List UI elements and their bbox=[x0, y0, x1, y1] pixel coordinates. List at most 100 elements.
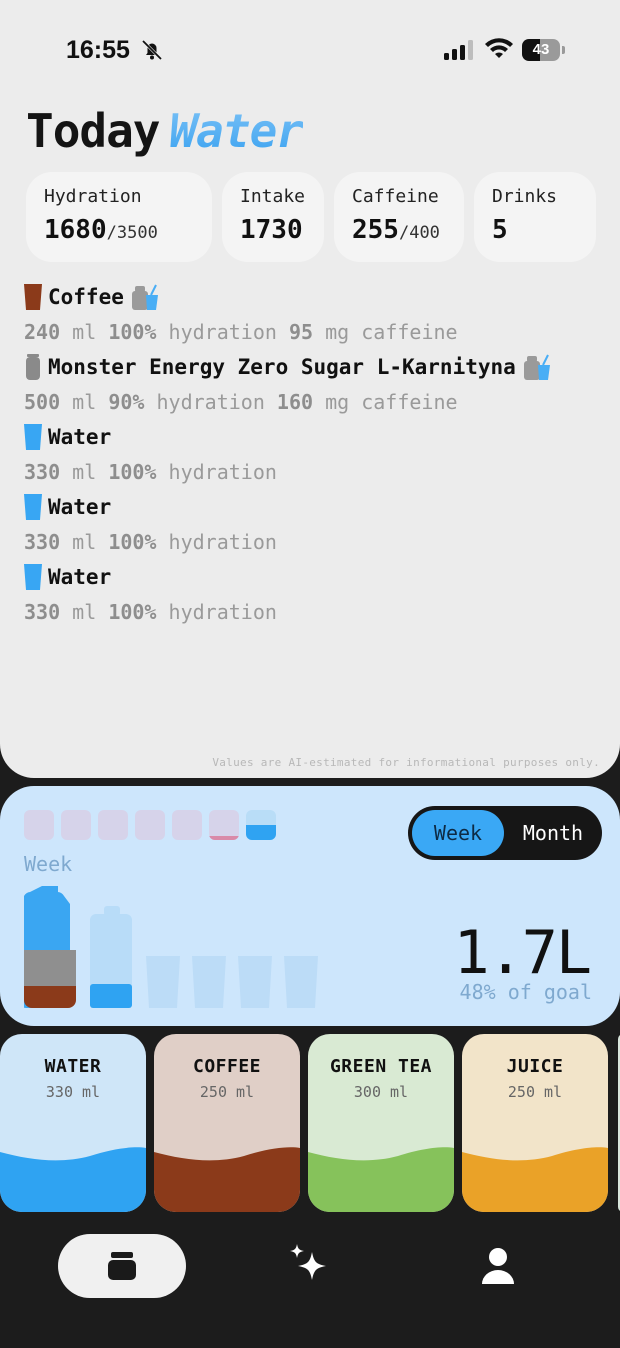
cup-icon bbox=[24, 424, 42, 450]
wifi-icon bbox=[485, 38, 513, 58]
drink-entry[interactable]: Water 330 ml 100% hydration bbox=[24, 420, 604, 490]
day-square[interactable] bbox=[24, 810, 54, 840]
entry-volume: 500 bbox=[24, 390, 61, 414]
day-square[interactable] bbox=[135, 810, 165, 840]
drink-entry[interactable]: Monster Energy Zero Sugar L-Karnityna 50… bbox=[24, 350, 604, 420]
quick-add-name: COFFEE bbox=[192, 1056, 262, 1077]
drink-entry[interactable]: Water 330 ml 100% hydration bbox=[24, 560, 604, 630]
quick-add-water[interactable]: WATER 330 ml bbox=[0, 1034, 146, 1212]
bottle-today bbox=[24, 886, 76, 1008]
entry-name-row: Coffee bbox=[24, 280, 604, 314]
entry-unit: ml bbox=[72, 320, 97, 344]
intake-label: Intake bbox=[240, 186, 306, 207]
sparkles-icon[interactable] bbox=[288, 1244, 332, 1288]
entry-unit: ml bbox=[72, 600, 97, 624]
quick-add-name: GREEN TEA bbox=[329, 1056, 433, 1077]
entry-caffeine: 160 bbox=[276, 390, 314, 414]
signal-icon bbox=[444, 40, 473, 60]
quick-add-volume: 250 ml bbox=[507, 1083, 563, 1101]
entry-volume: 330 bbox=[24, 600, 61, 624]
caffeine-value: 255/400 bbox=[352, 215, 448, 245]
drink-log-list: Coffee 240 ml 100% hydration 95 mg caffe… bbox=[24, 280, 604, 630]
bottle-day-2 bbox=[90, 906, 132, 1008]
jar-icon bbox=[108, 1252, 136, 1280]
entry-unit: ml bbox=[72, 390, 97, 414]
profile-icon[interactable] bbox=[480, 1246, 516, 1286]
hydration-amount: 1680 bbox=[44, 215, 107, 245]
entry-name: Water bbox=[48, 565, 112, 589]
intake-stat[interactable]: Intake 1730 bbox=[222, 172, 324, 262]
entry-name: Water bbox=[48, 425, 112, 449]
day-square[interactable] bbox=[61, 810, 91, 840]
tab-bar bbox=[0, 1212, 620, 1348]
week-toggle-button[interactable]: Week bbox=[412, 810, 504, 856]
drink-entry[interactable]: Water 330 ml 100% hydration bbox=[24, 490, 604, 560]
entry-hydration-percent: 100% bbox=[108, 600, 157, 624]
week-bottles bbox=[24, 886, 318, 1008]
battery-icon: 43 bbox=[522, 39, 566, 61]
home-tab[interactable] bbox=[58, 1234, 186, 1298]
drinks-value: 5 bbox=[492, 215, 508, 245]
entry-caffeine-unit: mg bbox=[325, 320, 350, 344]
cup-icon bbox=[24, 494, 42, 520]
quick-add-juice[interactable]: JUICE 250 ml bbox=[462, 1034, 608, 1212]
page-title-water: Water bbox=[169, 104, 303, 158]
drinks-label: Drinks bbox=[492, 186, 558, 207]
drink-entry[interactable]: Coffee 240 ml 100% hydration 95 mg caffe… bbox=[24, 280, 604, 350]
page-title-today: Today bbox=[26, 104, 160, 158]
quick-add-green-tea[interactable]: GREEN TEA 300 ml bbox=[308, 1034, 454, 1212]
hydration-label: Hydration bbox=[44, 186, 142, 207]
liquid-wave bbox=[0, 1147, 146, 1212]
entry-hydration-word: hydration bbox=[168, 530, 277, 554]
entry-caffeine-word: caffeine bbox=[361, 390, 458, 414]
cup-icon bbox=[24, 284, 42, 310]
day-square[interactable] bbox=[98, 810, 128, 840]
intake-value: 1730 bbox=[240, 215, 303, 245]
week-label: Week bbox=[24, 852, 73, 876]
page-title: Today Water bbox=[26, 104, 304, 158]
drinks-stat[interactable]: Drinks 5 bbox=[474, 172, 596, 262]
caffeine-amount: 255 bbox=[352, 215, 399, 245]
entry-hydration-percent: 90% bbox=[108, 390, 145, 414]
status-time: 16:55 bbox=[66, 36, 130, 64]
quick-add-volume: 330 ml bbox=[45, 1083, 101, 1101]
day-square[interactable] bbox=[172, 810, 202, 840]
stats-row: Hydration 1680/3500 Intake 1730 Caffeine… bbox=[26, 172, 596, 262]
quick-add-name: WATER bbox=[44, 1056, 102, 1077]
entry-unit: ml bbox=[72, 460, 97, 484]
entry-hydration-percent: 100% bbox=[108, 530, 157, 554]
entry-volume: 330 bbox=[24, 460, 61, 484]
day-progress-squares bbox=[24, 810, 276, 842]
entry-name: Coffee bbox=[48, 285, 124, 309]
month-toggle-button[interactable]: Month bbox=[508, 810, 598, 856]
status-bar: 16:55 43 bbox=[0, 0, 620, 100]
quick-add-coffee[interactable]: COFFEE 250 ml bbox=[154, 1034, 300, 1212]
quick-add-name: JUICE bbox=[506, 1056, 564, 1077]
entry-name-row: Water bbox=[24, 560, 604, 594]
quick-add-volume: 250 ml bbox=[199, 1083, 255, 1101]
entry-name: Monster Energy Zero Sugar L-Karnityna bbox=[48, 355, 516, 379]
entry-hydration-word: hydration bbox=[168, 460, 277, 484]
entry-name-row: Water bbox=[24, 420, 604, 454]
entry-name: Water bbox=[48, 495, 112, 519]
entry-name-row: Water bbox=[24, 490, 604, 524]
entry-volume: 240 bbox=[24, 320, 61, 344]
goal-percent: 48% of goal bbox=[459, 980, 592, 1004]
bell-slash-icon bbox=[141, 39, 163, 61]
entry-details: 500 ml 90% hydration 160 mg caffeine bbox=[24, 384, 604, 420]
entry-details: 330 ml 100% hydration bbox=[24, 594, 604, 630]
hydration-stat[interactable]: Hydration 1680/3500 bbox=[26, 172, 212, 262]
liquid-wave bbox=[308, 1147, 454, 1212]
caffeine-goal: /400 bbox=[398, 223, 440, 243]
can-icon bbox=[26, 354, 40, 380]
entry-hydration-percent: 100% bbox=[108, 320, 157, 344]
hydration-goal: /3500 bbox=[106, 223, 158, 243]
day-square[interactable] bbox=[209, 810, 239, 840]
day-square[interactable] bbox=[246, 810, 276, 840]
entry-caffeine: 95 bbox=[288, 320, 314, 344]
battery-level: 43 bbox=[522, 39, 560, 61]
week-total: 1.7L bbox=[453, 918, 592, 988]
entry-details: 330 ml 100% hydration bbox=[24, 454, 604, 490]
entry-hydration-word: hydration bbox=[156, 390, 265, 414]
caffeine-stat[interactable]: Caffeine 255/400 bbox=[334, 172, 464, 262]
